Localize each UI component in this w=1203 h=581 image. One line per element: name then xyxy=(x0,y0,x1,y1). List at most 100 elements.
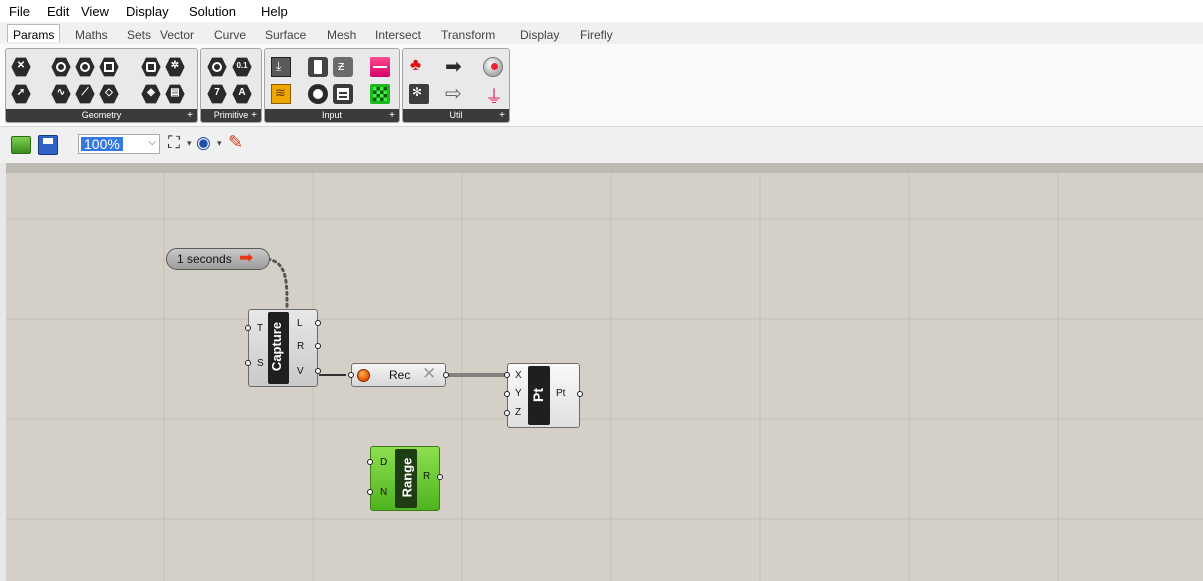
value-list-icon[interactable] xyxy=(333,84,353,104)
import-icon[interactable]: ⤓ xyxy=(271,57,291,77)
capture-input-t[interactable]: T xyxy=(257,323,263,334)
input-grip[interactable] xyxy=(245,325,251,331)
cherry-picker-icon[interactable]: ♣ xyxy=(409,55,429,77)
save-file-icon[interactable] xyxy=(38,135,58,155)
chevron-down-icon[interactable]: ▾ xyxy=(217,138,222,149)
chevron-down-icon[interactable]: ▾ xyxy=(187,138,192,149)
grasshopper-canvas[interactable]: 1 seconds ➡ Capture T S L R V Rec ✕ Pt X… xyxy=(6,163,1203,581)
zoom-value[interactable]: 100% xyxy=(81,137,123,151)
output-grip[interactable] xyxy=(577,391,583,397)
text-param-icon[interactable]: A xyxy=(232,84,252,104)
capture-output-l[interactable]: L xyxy=(297,318,303,329)
toggle-icon[interactable] xyxy=(308,57,328,77)
input-grip[interactable] xyxy=(367,489,373,495)
eye-icon[interactable]: ◉ xyxy=(196,133,211,153)
range-title-bar: Range xyxy=(395,449,417,508)
button-icon[interactable] xyxy=(308,84,328,104)
graph-mapper-icon[interactable]: ≋ xyxy=(271,84,291,104)
range-component[interactable]: Range D N R xyxy=(367,446,443,511)
tab-curve[interactable]: Curve xyxy=(214,28,246,42)
menu-file[interactable]: File xyxy=(9,4,30,19)
param-viewer-icon[interactable]: ✻ xyxy=(409,84,429,104)
relay-icon[interactable]: ➡ xyxy=(445,56,465,78)
tab-params[interactable]: Params xyxy=(7,24,61,42)
output-grip[interactable] xyxy=(437,474,443,480)
ribbon-group-label: Util + xyxy=(403,109,509,122)
flask-icon[interactable]: ⏚ xyxy=(483,84,503,107)
tab-surface[interactable]: Surface xyxy=(265,28,306,42)
mesh-param-icon[interactable]: ✲ xyxy=(165,57,185,77)
capture-input-s[interactable]: S xyxy=(257,358,264,369)
recorder-component[interactable]: Rec ✕ xyxy=(348,363,449,387)
menu-view[interactable]: View xyxy=(81,4,109,19)
number-param-icon[interactable]: 0.1 xyxy=(232,57,252,77)
tab-sets[interactable]: Sets xyxy=(127,28,151,42)
line-param-icon[interactable]: ⟋ xyxy=(75,84,95,104)
output-grip[interactable] xyxy=(443,372,449,378)
ribbon-group-util: ♣ ✻ ➡ ⇨ ⏚ Util + xyxy=(402,48,510,123)
menu-display[interactable]: Display xyxy=(126,4,169,19)
menu-solution[interactable]: Solution xyxy=(189,4,236,19)
point-input-y[interactable]: Y xyxy=(515,388,522,399)
plane-param-icon[interactable]: ◇ xyxy=(99,84,119,104)
timer-wire xyxy=(266,257,289,315)
point-output-pt[interactable]: Pt xyxy=(556,388,565,399)
surface-param-icon[interactable]: ◈ xyxy=(141,84,161,104)
geometry-param-icon[interactable]: ✕ xyxy=(11,57,31,77)
ribbon-group-geometry: ✕ ➚ ∿ ⟋ ◇ ✲ ◈ ▤ Geometry + xyxy=(5,48,198,123)
capture-output-v[interactable]: V xyxy=(297,366,304,377)
data-output-icon[interactable]: ⇨ xyxy=(445,83,465,105)
capture-title-bar: Capture xyxy=(268,312,289,384)
output-grip[interactable] xyxy=(315,320,321,326)
tab-display[interactable]: Display xyxy=(520,28,559,42)
input-grip[interactable] xyxy=(504,372,510,378)
output-grip[interactable] xyxy=(315,343,321,349)
ribbon-group-label: Geometry + xyxy=(6,109,197,122)
tab-transform[interactable]: Transform xyxy=(441,28,495,42)
input-grip[interactable] xyxy=(245,360,251,366)
range-input-n[interactable]: N xyxy=(380,487,387,498)
boolean-param-icon[interactable] xyxy=(207,57,227,77)
menu-help[interactable]: Help xyxy=(261,4,288,19)
slider-icon[interactable]: ƶ xyxy=(333,57,353,77)
tab-vector[interactable]: Vector xyxy=(160,28,194,42)
brep-param-icon[interactable] xyxy=(141,57,161,77)
open-file-icon[interactable] xyxy=(11,136,31,154)
box-param-icon[interactable] xyxy=(99,57,119,77)
timer-component[interactable]: 1 seconds ➡ xyxy=(166,248,270,270)
construct-point-component[interactable]: Pt X Y Z Pt xyxy=(504,363,583,428)
input-grip[interactable] xyxy=(367,459,373,465)
point-input-x[interactable]: X xyxy=(515,370,522,381)
clear-icon[interactable]: ✕ xyxy=(422,364,436,384)
integer-param-icon[interactable]: 7 xyxy=(207,84,227,104)
sketch-pen-icon[interactable]: ✎ xyxy=(228,132,243,153)
zoom-extents-icon[interactable]: ⛶ xyxy=(168,133,180,153)
arc-param-icon[interactable] xyxy=(75,57,95,77)
menu-edit[interactable]: Edit xyxy=(47,4,69,19)
ribbon-group-label: Primitive + xyxy=(201,109,261,122)
record-icon[interactable] xyxy=(357,369,370,382)
capture-component[interactable]: Capture T S L R V xyxy=(245,309,321,387)
field-param-icon[interactable]: ▤ xyxy=(165,84,185,104)
zoom-combobox[interactable]: 100% ⌵ xyxy=(78,134,160,154)
vector-param-icon[interactable]: ➚ xyxy=(11,84,31,104)
tab-mesh[interactable]: Mesh xyxy=(327,28,356,42)
data-dam-icon[interactable] xyxy=(483,57,503,77)
input-grip[interactable] xyxy=(504,410,510,416)
timer-arrow-icon: ➡ xyxy=(239,248,254,267)
curve-param-icon[interactable]: ∿ xyxy=(51,84,71,104)
point-input-z[interactable]: Z xyxy=(515,407,521,418)
range-output-r[interactable]: R xyxy=(423,471,430,482)
color-swatch-icon[interactable] xyxy=(370,84,390,104)
tab-firefly[interactable]: Firefly xyxy=(580,28,613,42)
tab-maths[interactable]: Maths xyxy=(75,28,108,42)
input-grip[interactable] xyxy=(348,372,354,378)
circle-param-icon[interactable] xyxy=(51,57,71,77)
output-grip[interactable] xyxy=(315,368,321,374)
range-input-d[interactable]: D xyxy=(380,457,387,468)
capture-output-r[interactable]: R xyxy=(297,341,304,352)
input-grip[interactable] xyxy=(504,391,510,397)
chevron-down-icon[interactable]: ⌵ xyxy=(148,137,156,148)
tab-intersect[interactable]: Intersect xyxy=(375,28,421,42)
gradient-icon[interactable] xyxy=(370,57,390,77)
